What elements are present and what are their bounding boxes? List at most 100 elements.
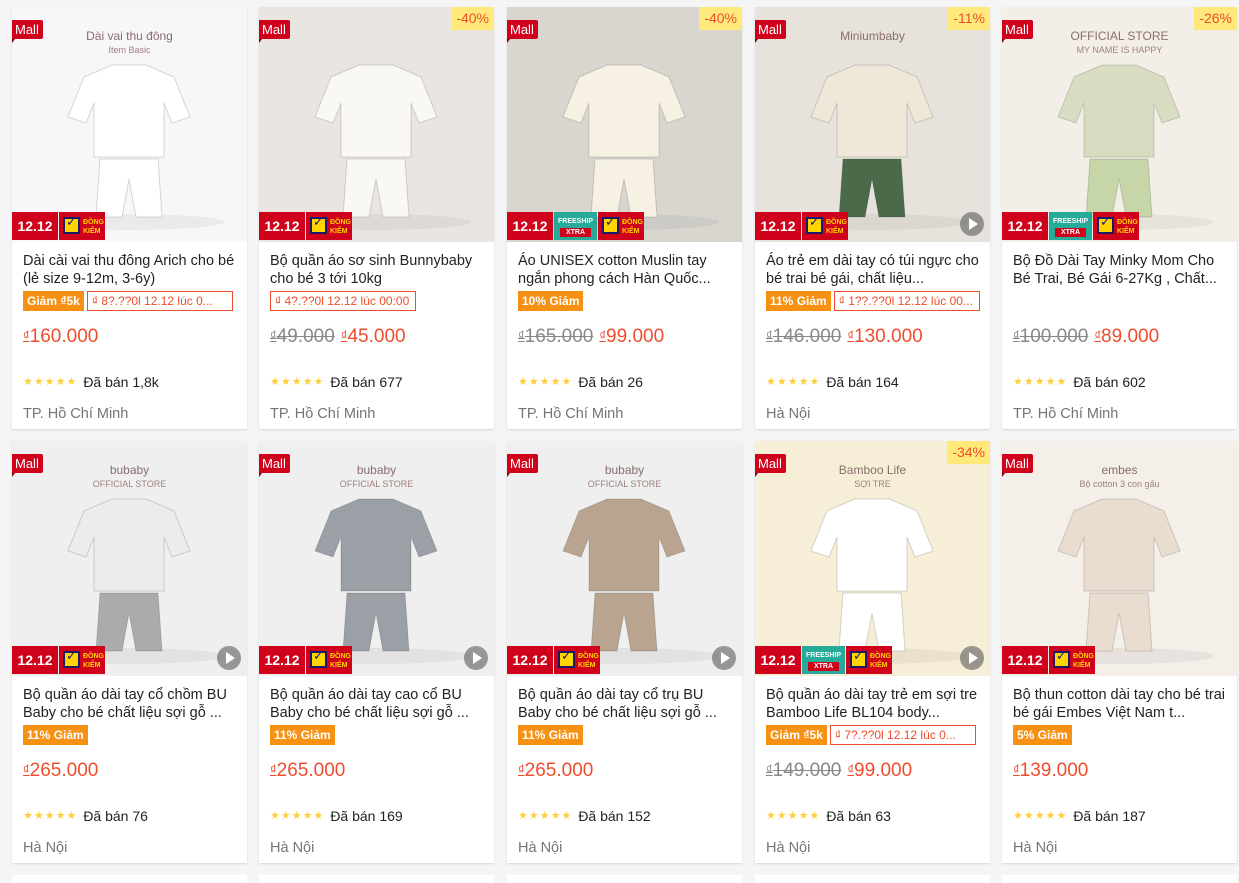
play-icon[interactable] xyxy=(960,212,984,236)
promo-strip: 12.12FREESHIPXTRAĐỒNGKIỂM xyxy=(507,210,742,242)
product-image[interactable]: Mall -40% 12.12ĐỒNGKIỂM xyxy=(259,7,494,242)
mall-badge: Mall xyxy=(755,20,786,43)
product-name[interactable]: Bộ thun cotton dài tay cho bé trai bé gá… xyxy=(1013,686,1227,722)
discount-badge: -26% xyxy=(1194,7,1237,30)
sold-count: Đã bán 76 xyxy=(83,807,148,824)
check-icon xyxy=(1097,217,1114,234)
campaign-badge: 12.12 xyxy=(507,212,553,240)
flash-price-tag: ₫ 7?.??0l 12.12 lúc 0... xyxy=(829,725,976,745)
sale-price: ₫160.000 xyxy=(23,326,99,347)
product-card[interactable]: OFFICIAL STORE MY NAME IS HAPPY Mall -26% 12… xyxy=(1002,7,1237,429)
campaign-badge: 12.12 xyxy=(507,646,553,674)
price-row: ₫265.000 xyxy=(270,759,345,782)
product-image[interactable]: Miniumbaby Mall -11% 12.12ĐỒNGKIỂM xyxy=(755,7,990,242)
original-price: ₫100.000 xyxy=(1013,326,1089,347)
mall-badge: Mall xyxy=(259,454,290,477)
promo-strip: 12.12ĐỒNGKIỂM xyxy=(12,644,247,676)
product-card[interactable]: embes Bộ cotton 3 con gấu Mall 12.12ĐỒNGKIỂ… xyxy=(1002,441,1237,863)
price-row: ₫165.000 ₫99.000 xyxy=(518,325,664,348)
star-rating-icon: ★★★★★ xyxy=(270,810,325,823)
product-card[interactable]: bubaby OFFICIAL STORE Mall 12.12ĐỒNGKIỂM Bộ … xyxy=(12,441,247,863)
product-card[interactable]: Bamboo Life SỢI TRE Mall -34% 12.12 FREESHIP X… xyxy=(755,441,990,863)
check-icon xyxy=(602,217,619,234)
discount-badge: -40% xyxy=(699,7,742,30)
sold-count: Đã bán 677 xyxy=(330,373,403,390)
sold-count: Đã bán 164 xyxy=(826,373,899,390)
shop-location: Hà Nội xyxy=(23,840,68,856)
campaign-badge: 12.12 xyxy=(1002,646,1048,674)
product-name[interactable]: Bộ Đồ Dài Tay Minky Mom Cho Bé Trai, Bé … xyxy=(1013,252,1227,288)
rating-row: ★★★★★ Đã bán 677 xyxy=(270,373,403,390)
product-name[interactable]: Áo trẻ em dài tay có túi ngực cho bé tra… xyxy=(766,252,980,288)
freeship-xtra-badge: FREESHIP XTRA xyxy=(554,212,597,240)
product-card[interactable]: Mall -40% 12.12ĐỒNGKIỂM Bộ quần áo sơ sinh … xyxy=(259,7,494,429)
image-subcaption: SỢI TRE xyxy=(854,479,891,489)
star-rating-icon: ★★★★★ xyxy=(1013,376,1068,389)
promo-strip: 12.12ĐỒNGKIỂM xyxy=(259,644,494,676)
check-icon xyxy=(63,217,80,234)
product-image[interactable]: OFFICIAL STORE MY NAME IS HAPPY Mall -26% 12… xyxy=(1002,7,1237,242)
mall-badge: Mall xyxy=(507,454,538,477)
star-rating-icon: ★★★★★ xyxy=(270,376,325,389)
product-card[interactable]: Miniumbaby Mall -11% 12.12ĐỒNGKIỂM Áo trẻ em… xyxy=(755,7,990,429)
image-subcaption: OFFICIAL STORE xyxy=(339,479,414,489)
sold-count: Đã bán 63 xyxy=(826,807,891,824)
promo-row: 11% Giảm xyxy=(518,725,583,745)
product-card-partial[interactable] xyxy=(507,875,742,883)
sold-count: Đã bán 152 xyxy=(578,807,651,824)
product-image[interactable]: Dài vai thu đông Item Basic Mall 12.12ĐỒNGK… xyxy=(12,7,247,242)
product-name[interactable]: Bộ quần áo dài tay cao cổ BU Baby cho bé… xyxy=(270,686,484,722)
product-image[interactable]: Mall -40% 12.12FREESHIPXTRAĐỒNGKIỂM xyxy=(507,7,742,242)
product-image[interactable]: bubaby OFFICIAL STORE Mall 12.12ĐỒNGKIỂM xyxy=(507,441,742,676)
sold-count: Đã bán 187 xyxy=(1073,807,1146,824)
dong-kiem-badge: ĐỒNGKIỂM xyxy=(802,212,848,240)
flash-price-tag: ₫ 1??.??0l 12.12 lúc 00... xyxy=(833,291,980,311)
play-icon[interactable] xyxy=(217,646,241,670)
product-card[interactable]: bubaby OFFICIAL STORE Mall 12.12ĐỒNGKIỂM Bộ … xyxy=(259,441,494,863)
original-price: ₫149.000 xyxy=(766,760,842,781)
play-icon[interactable] xyxy=(712,646,736,670)
product-name[interactable]: Áo UNISEX cotton Muslin tay ngắn phong c… xyxy=(518,252,732,288)
rating-row: ★★★★★ Đã bán 169 xyxy=(270,807,403,824)
product-name[interactable]: Bộ quần áo dài tay cổ trụ BU Baby cho bé… xyxy=(518,686,732,722)
campaign-badge: 12.12 xyxy=(755,646,801,674)
product-image[interactable]: embes Bộ cotton 3 con gấu Mall 12.12ĐỒNGKIỂ… xyxy=(1002,441,1237,676)
dong-kiem-badge: ĐỒNGKIỂM xyxy=(306,212,352,240)
shop-location: Hà Nội xyxy=(766,406,811,422)
shop-location: TP. Hồ Chí Minh xyxy=(270,406,376,422)
promo-strip: 12.12ĐỒNGKIỂM xyxy=(1002,644,1237,676)
product-image[interactable]: bubaby OFFICIAL STORE Mall 12.12ĐỒNGKIỂM xyxy=(12,441,247,676)
star-rating-icon: ★★★★★ xyxy=(766,376,821,389)
campaign-badge: 12.12 xyxy=(12,646,58,674)
image-caption: Bamboo Life xyxy=(838,463,907,477)
product-name[interactable]: Bộ quần áo dài tay trẻ em sợi tre Bamboo… xyxy=(766,686,980,722)
image-subcaption: Bộ cotton 3 con gấu xyxy=(1079,479,1160,489)
flash-price-tag: ₫ 4?.??0l 12.12 lúc 00:00 xyxy=(270,291,416,311)
promo-strip: 12.12ĐỒNGKIỂM xyxy=(12,210,247,242)
product-image[interactable]: bubaby OFFICIAL STORE Mall 12.12ĐỒNGKIỂM xyxy=(259,441,494,676)
product-image[interactable]: Bamboo Life SỢI TRE Mall -34% 12.12 FREESHIP X… xyxy=(755,441,990,676)
star-rating-icon: ★★★★★ xyxy=(518,810,573,823)
image-caption: bubaby xyxy=(356,463,397,477)
image-caption: OFFICIAL STORE xyxy=(1070,29,1169,43)
play-icon[interactable] xyxy=(464,646,488,670)
product-name[interactable]: Bộ quần áo sơ sinh Bunnybaby cho bé 3 tớ… xyxy=(270,252,484,288)
product-name[interactable]: Bộ quần áo dài tay cổ chồm BU Baby cho b… xyxy=(23,686,237,722)
dong-kiem-badge: ĐỒNGKIỂM xyxy=(1049,646,1095,674)
product-card-partial[interactable] xyxy=(755,875,990,883)
price-row: ₫139.000 xyxy=(1013,759,1088,782)
promo-row: Giảm ₫5k ₫ 7?.??0l 12.12 lúc 0... xyxy=(766,725,976,745)
play-icon[interactable] xyxy=(960,646,984,670)
product-card[interactable]: Dài vai thu đông Item Basic Mall 12.12ĐỒNGK… xyxy=(12,7,247,429)
product-card-partial[interactable] xyxy=(12,875,247,883)
product-card-partial[interactable] xyxy=(1002,875,1237,883)
product-card-partial[interactable] xyxy=(259,875,494,883)
dong-kiem-badge: ĐỒNGKIỂM xyxy=(846,646,892,674)
rating-row: ★★★★★ Đã bán 1,8k xyxy=(23,373,159,390)
product-name[interactable]: Dài cài vai thu đông Arich cho bé (lẻ si… xyxy=(23,252,237,288)
mall-badge: Mall xyxy=(755,454,786,477)
check-icon xyxy=(850,651,867,668)
product-card[interactable]: Mall -40% 12.12FREESHIPXTRAĐỒNGKIỂM Áo UNIS… xyxy=(507,7,742,429)
product-card[interactable]: bubaby OFFICIAL STORE Mall 12.12ĐỒNGKIỂM Bộ … xyxy=(507,441,742,863)
product-photo-illustration xyxy=(281,64,471,230)
